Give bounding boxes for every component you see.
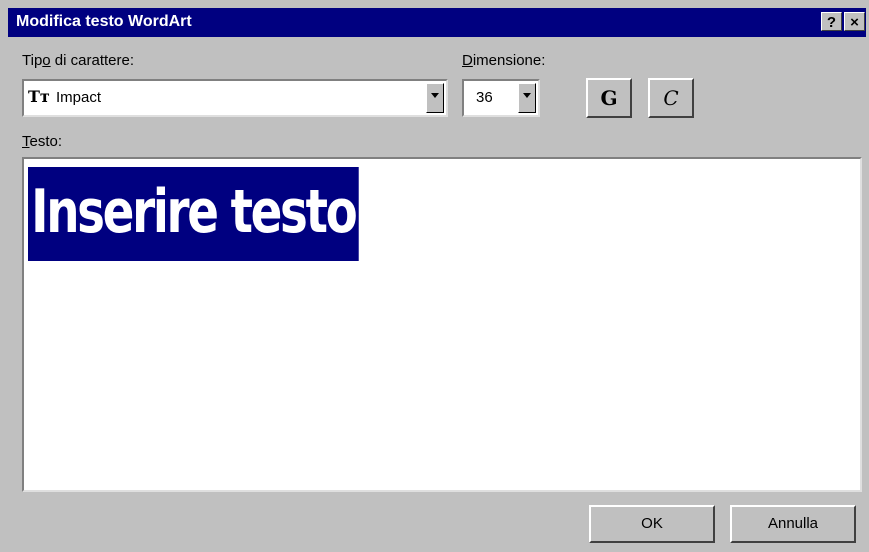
size-label: Dimensione: [462,52,546,69]
font-label: Tipo di carattere: [22,52,134,69]
font-dropdown-arrow[interactable] [426,83,444,113]
size-dropdown-arrow[interactable] [518,83,536,113]
wordart-text-selection: Inserire testo [28,167,359,261]
selected-size: 36 [476,89,493,106]
size-combobox[interactable]: 36 [462,79,540,117]
title-bar: Modifica testo WordArt ? × [8,8,866,37]
selected-font: Impact [56,89,102,106]
italic-button[interactable]: C [648,78,694,118]
font-combobox[interactable]: Tᴛ Impact [22,79,448,117]
text-label: Testo: [22,133,63,150]
ok-button[interactable]: OK [589,505,715,543]
truetype-icon: Tᴛ [28,87,50,106]
cancel-button[interactable]: Annulla [730,505,856,543]
help-button[interactable]: ? [821,12,842,31]
close-button[interactable]: × [844,12,865,31]
text-area[interactable]: Inserire testo [22,157,862,492]
dialog-title: Modifica testo WordArt [16,13,192,30]
wordart-dialog: Modifica testo WordArt ? × Tipo di carat… [0,0,869,552]
bold-button[interactable]: G [586,78,632,118]
